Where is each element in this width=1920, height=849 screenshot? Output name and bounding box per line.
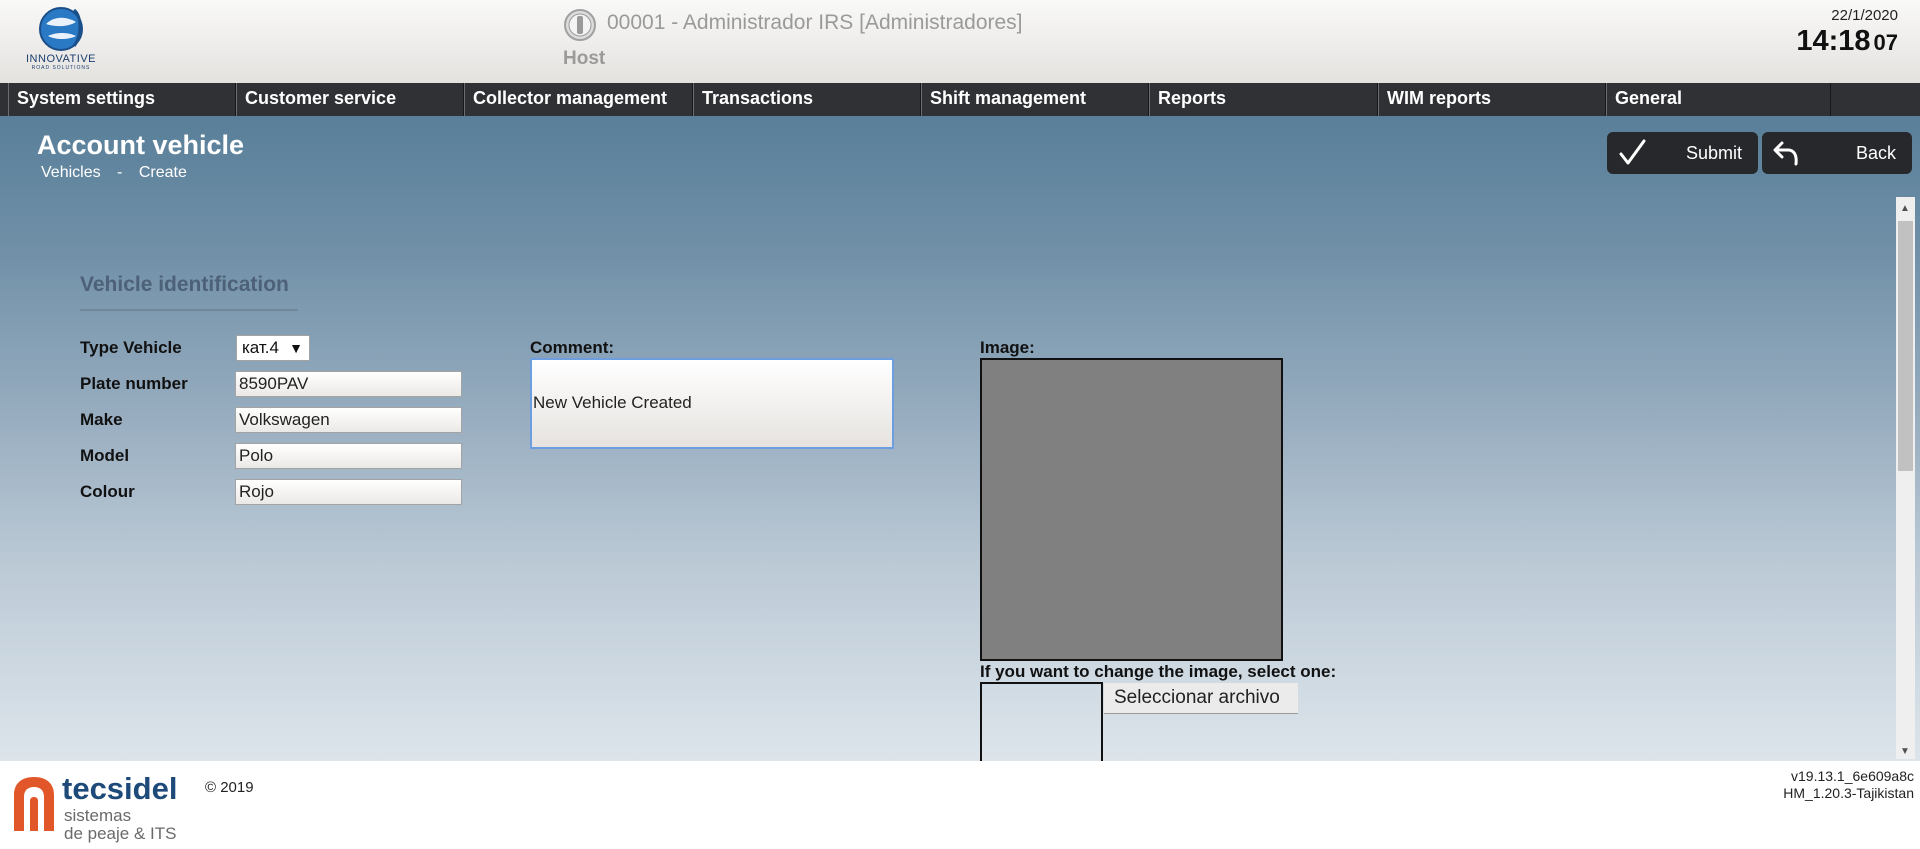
plate-number-input[interactable] <box>235 371 462 397</box>
time-seconds: 07 <box>1873 30 1898 55</box>
chevron-down-icon: ▼ <box>289 340 303 356</box>
breadcrumb: Vehicles - Create <box>41 164 187 182</box>
menu-general[interactable]: General <box>1606 83 1831 116</box>
submit-label: Submit <box>1685 143 1742 163</box>
section-divider <box>80 309 298 311</box>
colour-label: Colour <box>80 482 135 501</box>
menu-collector-management[interactable]: Collector management <box>464 83 693 116</box>
logo-subtext: ROAD SOLUTIONS <box>31 65 91 71</box>
scrollbar-thumb[interactable] <box>1898 221 1913 471</box>
version: v19.13.1_6e609a8c <box>1791 768 1914 784</box>
page-title: Account vehicle <box>37 130 245 160</box>
image-preview <box>980 682 1103 761</box>
section-title: Vehicle identification <box>80 273 289 296</box>
model-input[interactable] <box>235 443 462 469</box>
breadcrumb-separator: - <box>117 164 123 181</box>
user-info: 00001 - Administrador IRS [Administrador… <box>607 11 1023 34</box>
tecsidel-logo-icon <box>14 777 54 831</box>
type-vehicle-label: Type Vehicle <box>80 338 182 357</box>
comment-label: Comment: <box>530 338 615 357</box>
brand-name: tecsidel <box>62 771 178 806</box>
scroll-up-icon[interactable]: ▲ <box>1900 203 1910 214</box>
main-content: Account vehicle Vehicles - Create Submit… <box>0 116 1920 761</box>
make-input[interactable] <box>235 407 462 433</box>
current-date: 22/1/2020 <box>1831 7 1898 24</box>
breadcrumb-vehicles[interactable]: Vehicles <box>41 164 101 182</box>
image-label: Image: <box>980 338 1035 357</box>
host-label: Host <box>563 48 606 69</box>
menu-shift-management[interactable]: Shift management <box>921 83 1149 116</box>
main-menu: System settings Customer service Collect… <box>0 83 1920 116</box>
back-button[interactable]: Back <box>1762 132 1912 174</box>
menu-system-settings[interactable]: System settings <box>8 83 236 116</box>
current-time: 14:18 07 <box>1796 25 1898 58</box>
back-arrow-icon <box>1773 141 1798 166</box>
build: HM_1.20.3-Tajikistan <box>1783 785 1914 801</box>
type-vehicle-value: кат.4 <box>242 338 279 357</box>
innovative-logo: INNOVATIVE ROAD SOLUTIONS <box>16 6 106 74</box>
brand-sub2: de peaje & ITS <box>64 824 177 843</box>
breadcrumb-create: Create <box>138 164 187 181</box>
menu-transactions[interactable]: Transactions <box>693 83 921 116</box>
model-label: Model <box>80 446 130 465</box>
colour-input[interactable] <box>235 479 462 505</box>
checkmark-icon <box>1619 139 1646 165</box>
scroll-down-icon[interactable]: ▼ <box>1900 746 1910 757</box>
logo-text: INNOVATIVE <box>26 53 96 65</box>
submit-button[interactable]: Submit <box>1607 132 1758 174</box>
menu-wim-reports[interactable]: WIM reports <box>1378 83 1606 116</box>
menu-reports[interactable]: Reports <box>1149 83 1378 116</box>
globe-logo-icon <box>39 7 83 51</box>
comment-textarea[interactable]: New Vehicle Created <box>530 358 894 449</box>
vertical-scrollbar[interactable]: ▲ ▼ <box>1896 197 1915 759</box>
select-file-button[interactable]: Seleccionar archivo <box>1104 683 1298 714</box>
change-image-label: If you want to change the image, select … <box>980 662 1337 681</box>
footer: tecsidel sistemas de peaje & ITS © 2019 … <box>0 761 1920 849</box>
make-label: Make <box>80 410 123 429</box>
vehicle-image <box>980 358 1283 661</box>
menu-customer-service[interactable]: Customer service <box>236 83 464 116</box>
back-label: Back <box>1855 143 1896 163</box>
tecsidel-logo: tecsidel sistemas de peaje & ITS <box>0 761 186 849</box>
plate-number-label: Plate number <box>80 374 188 393</box>
copyright: © 2019 <box>205 779 254 796</box>
power-icon[interactable] <box>563 8 597 42</box>
top-header: INNOVATIVE ROAD SOLUTIONS 00001 - Admini… <box>0 0 1920 83</box>
brand-sub1: sistemas <box>64 806 132 825</box>
type-vehicle-select[interactable]: кат.4 ▼ <box>236 335 310 361</box>
time-hours-minutes: 14:18 <box>1796 25 1871 57</box>
